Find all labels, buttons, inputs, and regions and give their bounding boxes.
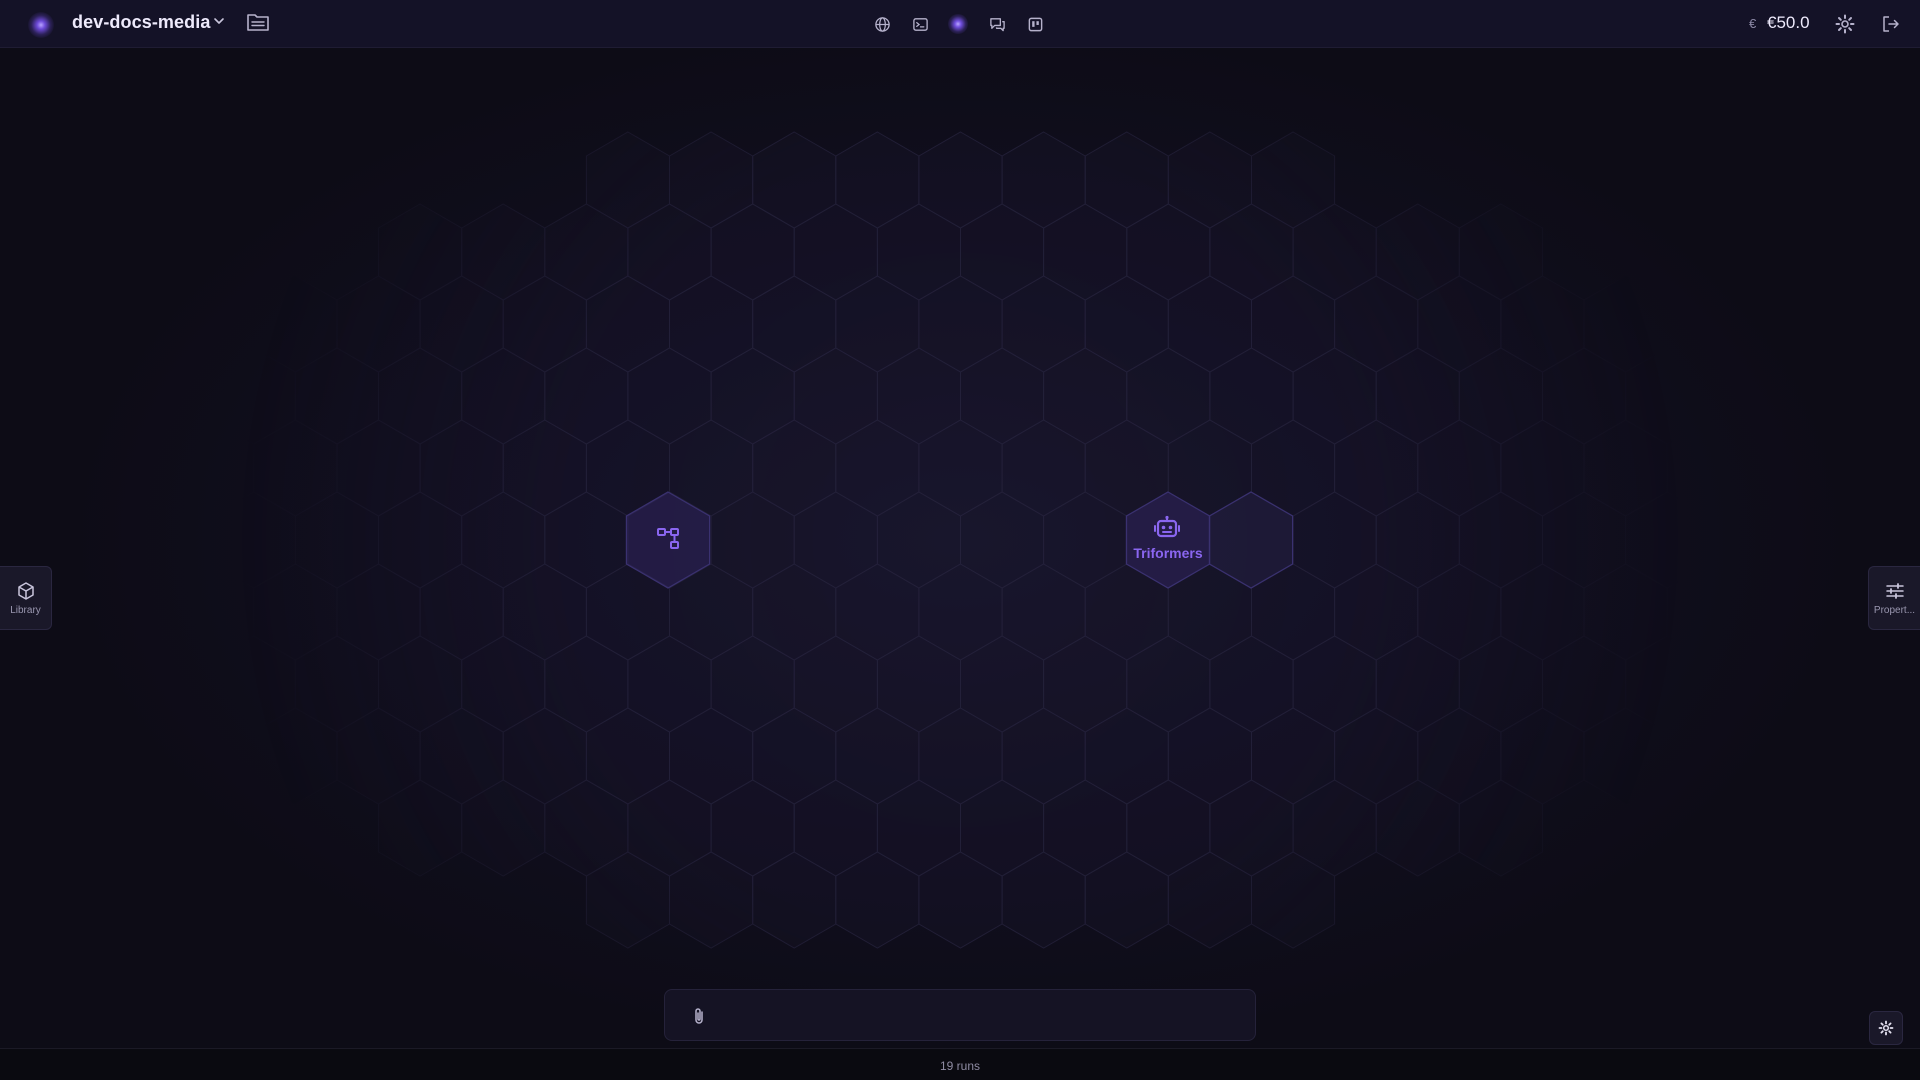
properties-label: Propert... xyxy=(1873,605,1916,616)
orb-icon[interactable] xyxy=(946,12,970,36)
sliders-icon xyxy=(1885,583,1904,599)
chevron-down-icon[interactable] xyxy=(212,14,226,28)
chat-composer xyxy=(664,989,1256,1041)
workflow-icon[interactable] xyxy=(656,526,682,552)
robot-icon[interactable] xyxy=(1153,515,1181,541)
workflow-canvas[interactable]: Triformers Library Propert... xyxy=(0,49,1920,1048)
gear-icon xyxy=(1878,1020,1894,1036)
logout-icon[interactable] xyxy=(1880,13,1902,35)
folder-icon[interactable] xyxy=(246,11,270,33)
project-name[interactable]: dev-docs-media xyxy=(72,12,210,33)
chat-input[interactable] xyxy=(723,1002,1239,1030)
status-footer: 19 runs xyxy=(0,1048,1920,1080)
globe-icon[interactable] xyxy=(870,12,894,36)
canvas-settings-button[interactable] xyxy=(1869,1011,1903,1045)
orb-logo-icon[interactable] xyxy=(28,12,54,38)
currency-symbol: € xyxy=(1749,16,1757,31)
agent-node-label[interactable]: Triformers xyxy=(1118,545,1218,561)
board-icon[interactable] xyxy=(1023,12,1047,36)
library-label: Library xyxy=(10,605,41,616)
runs-count: 19 runs xyxy=(939,1059,981,1073)
cube-icon xyxy=(17,582,34,600)
hex-grid xyxy=(128,131,1793,949)
top-bar: dev-docs-media € €50.0 xyxy=(0,0,1920,48)
properties-panel-button[interactable]: Propert... xyxy=(1868,566,1920,630)
app-root: dev-docs-media € €50.0 Triformers Librar… xyxy=(0,0,1920,1080)
library-panel-button[interactable]: Library xyxy=(0,566,52,630)
gear-icon[interactable] xyxy=(1834,13,1856,35)
paperclip-icon[interactable] xyxy=(689,1006,709,1026)
balance-amount[interactable]: €50.0 xyxy=(1767,13,1810,33)
terminal-icon[interactable] xyxy=(908,12,932,36)
chat-icon[interactable] xyxy=(985,12,1009,36)
